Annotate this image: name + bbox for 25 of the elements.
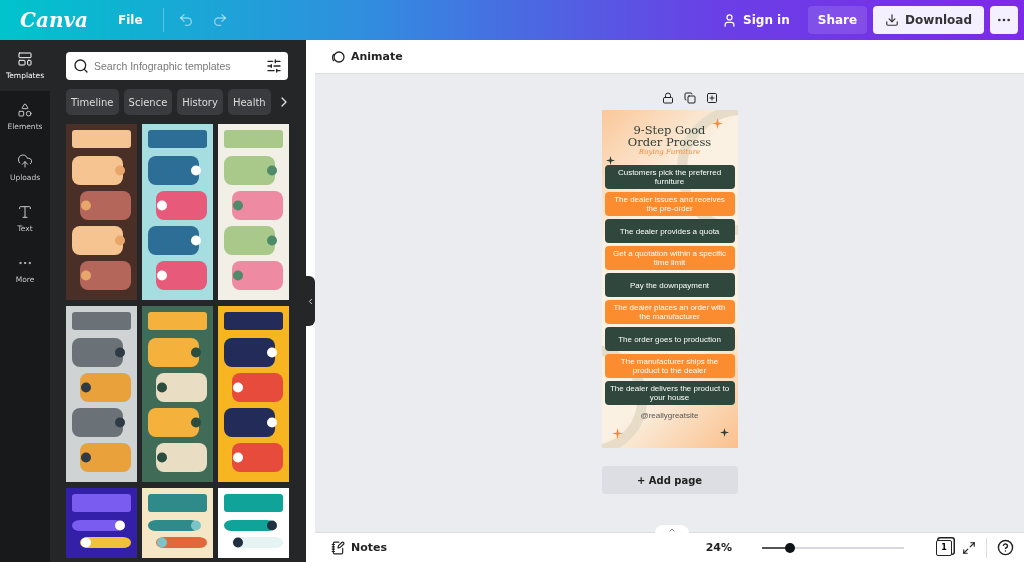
sign-in-button[interactable]: Sign in (712, 6, 800, 34)
category-chip[interactable]: Timeline (66, 89, 119, 115)
design-title: 9-Step Good (633, 124, 706, 136)
step-box: The dealer issues and receives the pre-order (604, 192, 735, 216)
step-box: Pay the downpayment (604, 273, 735, 297)
share-button[interactable]: Share (807, 6, 868, 34)
search-field[interactable]: Search Infographic templates (66, 52, 288, 80)
category-chip[interactable]: History (177, 89, 223, 115)
step-box: Customers pick the preferred furniture (604, 165, 735, 189)
zoom-level: 24% (705, 541, 732, 554)
step-box: The manufacturer ships the product to the dealer (604, 354, 735, 378)
step-box: The order goes to production (604, 327, 735, 351)
design-title: Order Process (627, 136, 712, 148)
add-page-button[interactable]: + Add page (601, 466, 738, 494)
animate-button[interactable]: Animate (325, 48, 409, 65)
notes-button[interactable]: Notes (325, 539, 394, 556)
category-chip[interactable]: Science (123, 89, 173, 115)
step-box: The dealer provides a quota (604, 219, 735, 243)
step-box: Get a quotation within a specific time limit (604, 246, 735, 270)
category-chip[interactable]: Health (227, 89, 271, 115)
step-box: The dealer delivers the product to your house (604, 381, 735, 405)
design-footer: @reallygreatsite (640, 411, 699, 420)
step-box: The dealer places an order with the manufacturer (604, 300, 735, 324)
download-button[interactable]: Download (873, 6, 984, 34)
page-count-button[interactable]: 1 (936, 539, 952, 556)
